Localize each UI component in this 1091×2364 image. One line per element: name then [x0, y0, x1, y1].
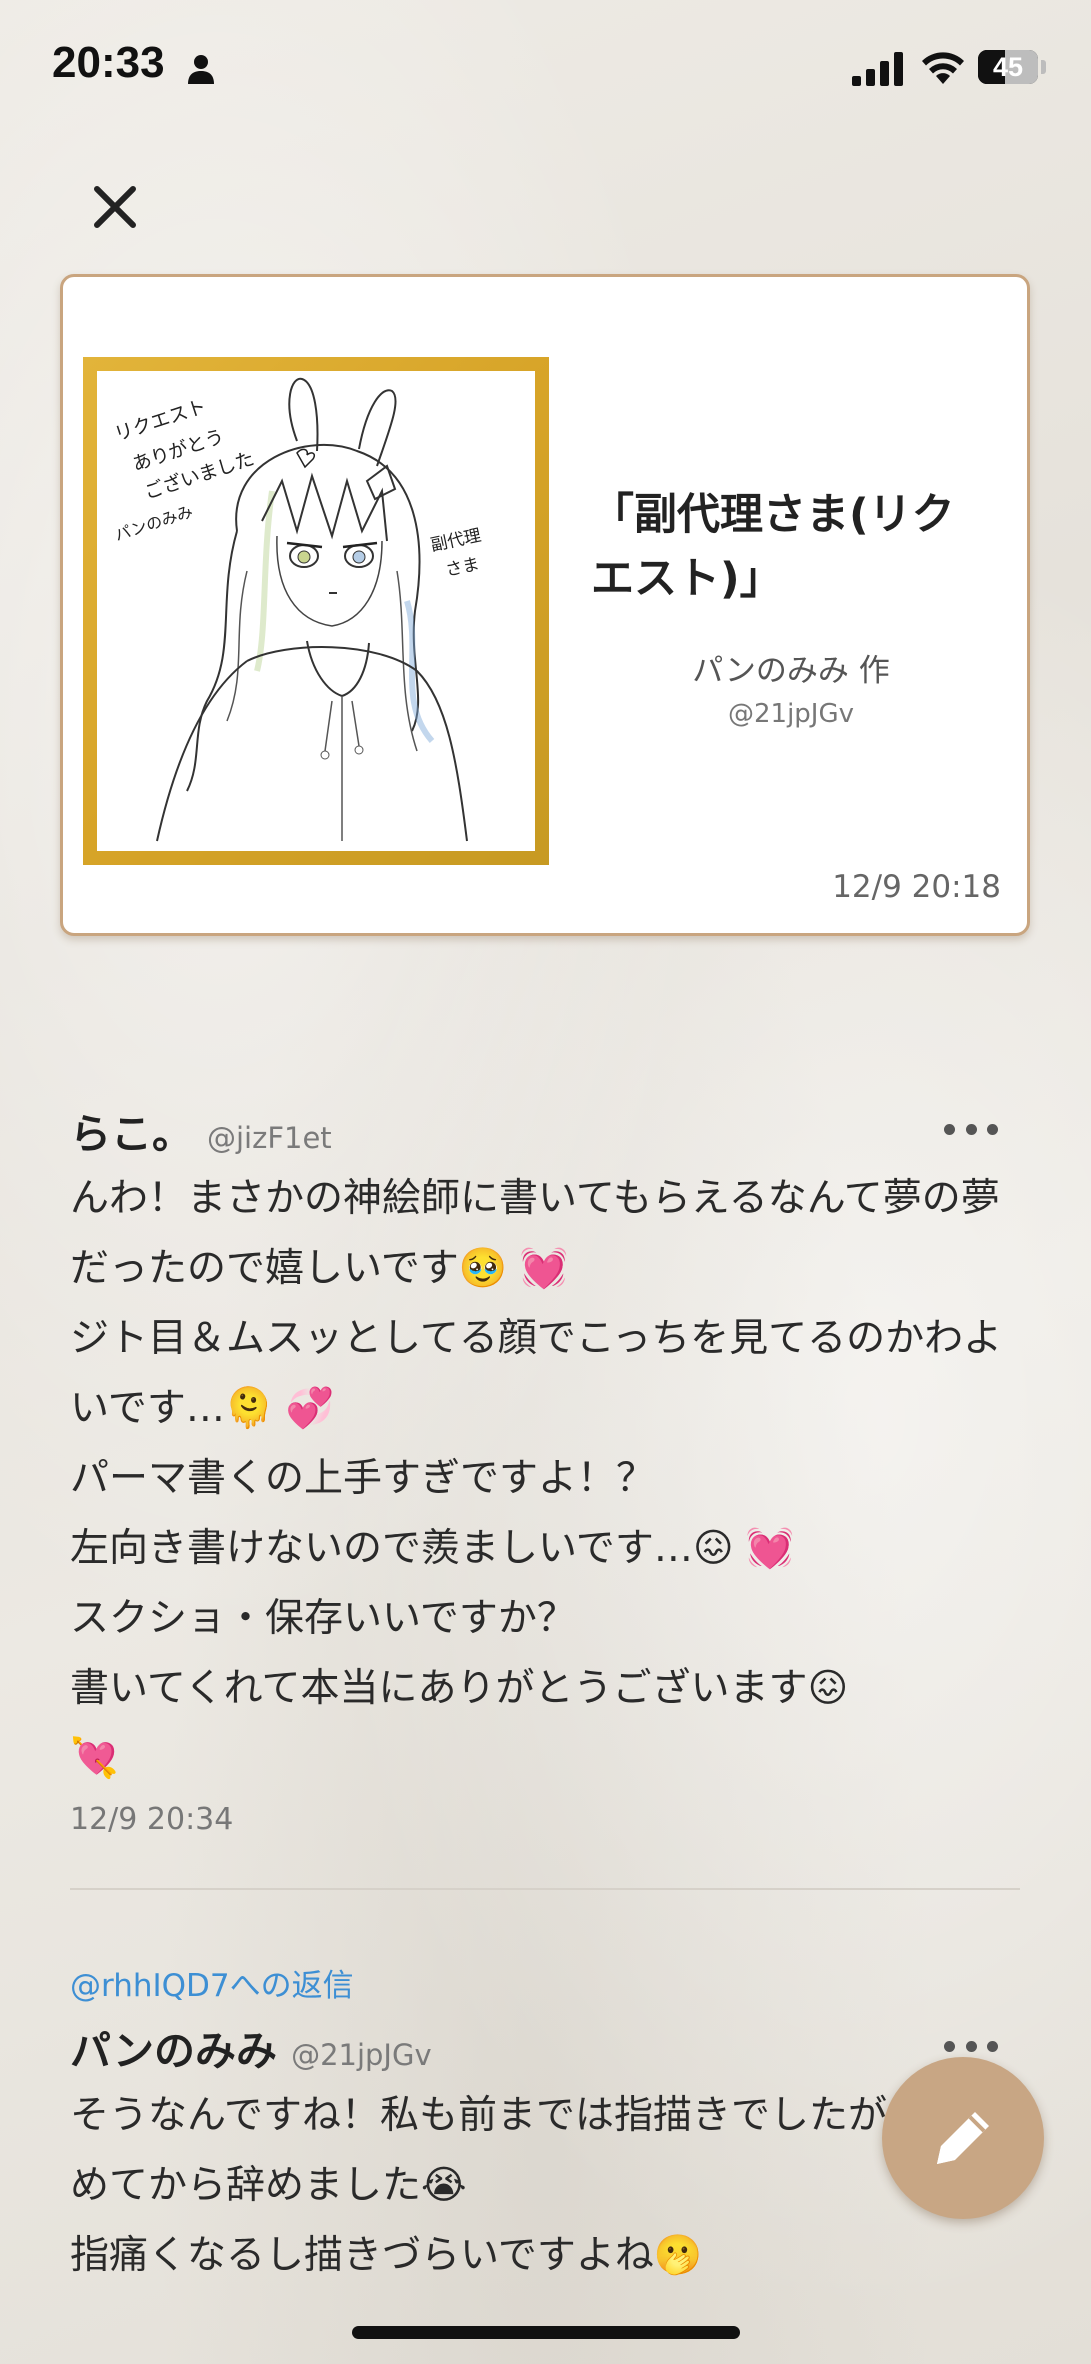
shikishi-text-fukudairi: 副代理 [429, 526, 483, 556]
artwork-timestamp: 12/9 20:18 [832, 869, 1001, 905]
reply-to-link[interactable]: @rhhIQD7への返信 [70, 1960, 1020, 2005]
shikishi-text-sama: さま [444, 554, 481, 581]
artwork-author[interactable]: パンのみみ 作 [591, 645, 991, 690]
more-icon-dot [987, 2040, 998, 2052]
comment-author-handle[interactable]: @21jpJGv [291, 2038, 432, 2072]
artwork-title: 「副代理さま(リクエスト)」 [591, 490, 955, 604]
pencil-icon [937, 2112, 989, 2164]
person-icon [188, 55, 214, 84]
battery-tip [1041, 60, 1046, 74]
artwork-author-handle[interactable]: @21jpJGv [591, 699, 991, 729]
more-icon-dot [944, 1123, 955, 1135]
comment-item: @rhhIQD7への返信 パンのみみ @21jpJGv そうなんですね！私も前まで… [70, 1960, 1020, 2291]
close-button[interactable] [84, 176, 146, 238]
battery-icon: 45 [978, 50, 1038, 84]
close-icon [94, 186, 136, 228]
comment-author-name[interactable]: パンのみみ [70, 2027, 277, 2075]
comment-body: そうなんですね！私も前までは指描きでしたが、指痛めてから辞めました😭 指痛くなる… [70, 2093, 1004, 2278]
battery-percent: 45 [992, 52, 1024, 82]
comment-body: んわ！まさかの神絵師に書いてもらえるなんて夢の夢だったので嬉しいです🥹 💓 ジト… [70, 1176, 1003, 1781]
more-icon-dot [965, 2040, 977, 2052]
compose-button[interactable] [882, 2057, 1044, 2219]
artwork-image: リクエスト ありがとう ございました パンのみみ 副代理 さま [97, 371, 535, 851]
comment-author-name[interactable]: らこ。 [70, 1110, 193, 1158]
status-time: 20:33 [52, 38, 165, 87]
comment-divider [70, 1888, 1020, 1890]
comment-header: らこ。 @jizF1et [70, 1100, 1020, 1164]
status-bar: 20:33 45 [0, 0, 1091, 130]
wifi-icon [922, 52, 964, 84]
more-icon-dot [987, 1123, 998, 1135]
comment-item: らこ。 @jizF1et んわ！まさかの神絵師に書いてもらえるなんて夢の夢だったの… [70, 1100, 1020, 1837]
more-options-button[interactable] [944, 1112, 998, 1146]
artwork-drawing: リクエスト ありがとう ございました パンのみみ 副代理 さま [112, 377, 483, 842]
more-icon-dot [944, 2040, 955, 2052]
comment-timestamp: 12/9 20:34 [70, 1802, 234, 1837]
comment-author-handle[interactable]: @jizF1et [207, 1121, 332, 1155]
comment-header: パンのみみ @21jpJGv [70, 2017, 1020, 2081]
shikishi-artwork[interactable]: リクエスト ありがとう ございました パンのみみ 副代理 さま [83, 357, 549, 865]
cellular-signal-icon [852, 52, 903, 86]
artwork-card[interactable]: リクエスト ありがとう ございました パンのみみ 副代理 さま 「副代理さま(リ… [60, 274, 1030, 936]
more-icon-dot [965, 1123, 977, 1135]
shikishi-text-signature: パンのみみ [112, 502, 195, 545]
home-indicator[interactable] [352, 2326, 740, 2339]
